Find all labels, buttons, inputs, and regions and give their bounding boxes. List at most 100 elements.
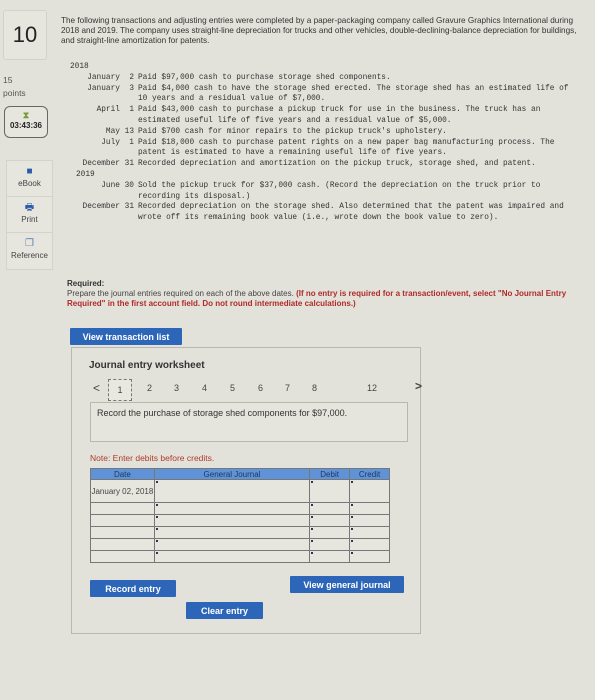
account-field[interactable] (153, 502, 311, 515)
question-number: 10 (3, 10, 47, 60)
credit-field[interactable] (349, 514, 390, 527)
transaction-row: December 31 Recorded depreciation and amo… (62, 159, 582, 170)
year-label: 2018 (70, 63, 89, 71)
view-general-journal-button[interactable]: View general journal (290, 576, 404, 593)
reference-button[interactable]: ❐ Reference (6, 232, 53, 270)
transaction-text: Paid $4,000 cash to have the storage she… (138, 84, 569, 104)
print-label: Print (21, 215, 38, 224)
page-tab-8[interactable]: 8 (312, 383, 317, 393)
printer-icon: 🖶 (24, 202, 35, 213)
transaction-list: 2018 January 2 Paid $97,000 cash to purch… (62, 62, 582, 224)
debit-field[interactable] (309, 479, 351, 503)
transaction-date: June 30 (101, 181, 134, 190)
print-button[interactable]: 🖶 Print (6, 196, 53, 234)
transaction-row: May 13 Paid $700 cash for minor repairs t… (62, 127, 582, 138)
page-tab-12[interactable]: 12 (367, 383, 377, 393)
page-tab-6[interactable]: 6 (258, 383, 263, 393)
ebook-button[interactable]: ■ eBook (6, 160, 53, 198)
account-field[interactable] (153, 526, 311, 539)
worksheet-pager: < 1 2 3 4 5 6 7 8 12 > (90, 378, 422, 401)
credit-field[interactable] (349, 479, 390, 503)
hourglass-icon: ⧗ (22, 110, 30, 120)
debit-field[interactable] (309, 526, 351, 539)
transaction-text: Sold the pickup truck for $37,000 cash. … (138, 181, 541, 201)
cell-marker-icon (155, 552, 158, 554)
transaction-row: January 2 Paid $97,000 cash to purchase s… (62, 73, 582, 84)
cell-marker-icon (155, 504, 158, 506)
transaction-text: Paid $700 cash for minor repairs to the … (138, 127, 447, 136)
page-tab-1[interactable]: 1 (108, 379, 132, 401)
journal-row (90, 514, 390, 527)
points: 15 points (3, 74, 26, 100)
debit-field[interactable] (309, 538, 351, 551)
debit-field[interactable] (309, 550, 351, 563)
credit-field[interactable] (349, 550, 390, 563)
points-label: points (3, 88, 26, 98)
column-header-credit: Credit (349, 468, 390, 480)
date-cell (90, 538, 155, 551)
cell-marker-icon (351, 540, 354, 542)
required-label: Required: (67, 279, 105, 288)
timer-value: 03:43:36 (9, 121, 43, 130)
account-field[interactable] (153, 538, 311, 551)
journal-row: January 02, 2018 (90, 479, 390, 503)
reference-label: Reference (11, 251, 48, 260)
cell-marker-icon (311, 504, 314, 506)
account-field[interactable] (153, 514, 311, 527)
journal-table: Date General Journal Debit Credit Januar… (90, 468, 390, 563)
transaction-date: July 1 (101, 138, 134, 147)
date-cell (90, 526, 155, 539)
account-field[interactable] (153, 550, 311, 563)
cell-marker-icon (311, 552, 314, 554)
cell-marker-icon (155, 540, 158, 542)
transaction-date: January 3 (87, 84, 134, 93)
journal-row (90, 526, 390, 539)
transaction-date: December 31 (82, 160, 134, 169)
credit-field[interactable] (349, 538, 390, 551)
transaction-text: Paid $43,000 cash to purchase a pickup t… (138, 106, 541, 125)
journal-row (90, 550, 390, 563)
page-tab-4[interactable]: 4 (202, 383, 207, 393)
copy-icon: ❐ (25, 238, 34, 249)
account-field[interactable] (153, 479, 311, 503)
timer: ⧗ 03:43:36 (4, 106, 48, 138)
transaction-date: May 13 (105, 127, 134, 136)
transaction-row: June 30 Sold the pickup truck for $37,000… (62, 181, 582, 203)
column-header-general-journal: General Journal (153, 468, 311, 480)
transaction-text: Paid $97,000 cash to purchase storage sh… (138, 73, 391, 82)
clear-entry-button[interactable]: Clear entry (186, 602, 263, 619)
transaction-text: Recorded depreciation and amortization o… (138, 160, 536, 169)
transaction-date: January 2 (87, 73, 134, 82)
debit-field[interactable] (309, 514, 351, 527)
cell-marker-icon (351, 552, 354, 554)
column-header-debit: Debit (309, 468, 351, 480)
credit-field[interactable] (349, 526, 390, 539)
cell-marker-icon (351, 516, 354, 518)
entry-note: Note: Enter debits before credits. (90, 453, 215, 463)
credit-field[interactable] (349, 502, 390, 515)
page-tab-2[interactable]: 2 (147, 383, 152, 393)
entry-description: Record the purchase of storage shed comp… (90, 402, 408, 442)
date-cell-value: January 02, 2018 (91, 486, 154, 496)
date-cell: January 02, 2018 (90, 479, 155, 503)
date-cell (90, 514, 155, 527)
cell-marker-icon (351, 504, 354, 506)
transaction-date: December 31 (82, 203, 134, 212)
required-text: Prepare the journal entries required on … (67, 289, 294, 298)
debit-field[interactable] (309, 502, 351, 515)
cell-marker-icon (311, 528, 314, 530)
next-page-icon[interactable]: > (415, 379, 422, 393)
year1-transactions: January 2 Paid $97,000 cash to purchase s… (62, 73, 582, 170)
journal-row (90, 538, 390, 551)
required-section: Required: Prepare the journal entries re… (67, 279, 582, 309)
record-entry-button[interactable]: Record entry (90, 580, 176, 597)
page-tab-7[interactable]: 7 (285, 383, 290, 393)
cell-marker-icon (311, 481, 314, 483)
year2-transactions: June 30 Sold the pickup truck for $37,000… (62, 181, 582, 224)
page-tab-3[interactable]: 3 (174, 383, 179, 393)
page-tab-5[interactable]: 5 (230, 383, 235, 393)
cell-marker-icon (351, 481, 354, 483)
prev-page-icon[interactable]: < (93, 381, 100, 395)
view-transaction-list-button[interactable]: View transaction list (70, 328, 182, 345)
question-intro: The following transactions and adjusting… (61, 16, 577, 45)
